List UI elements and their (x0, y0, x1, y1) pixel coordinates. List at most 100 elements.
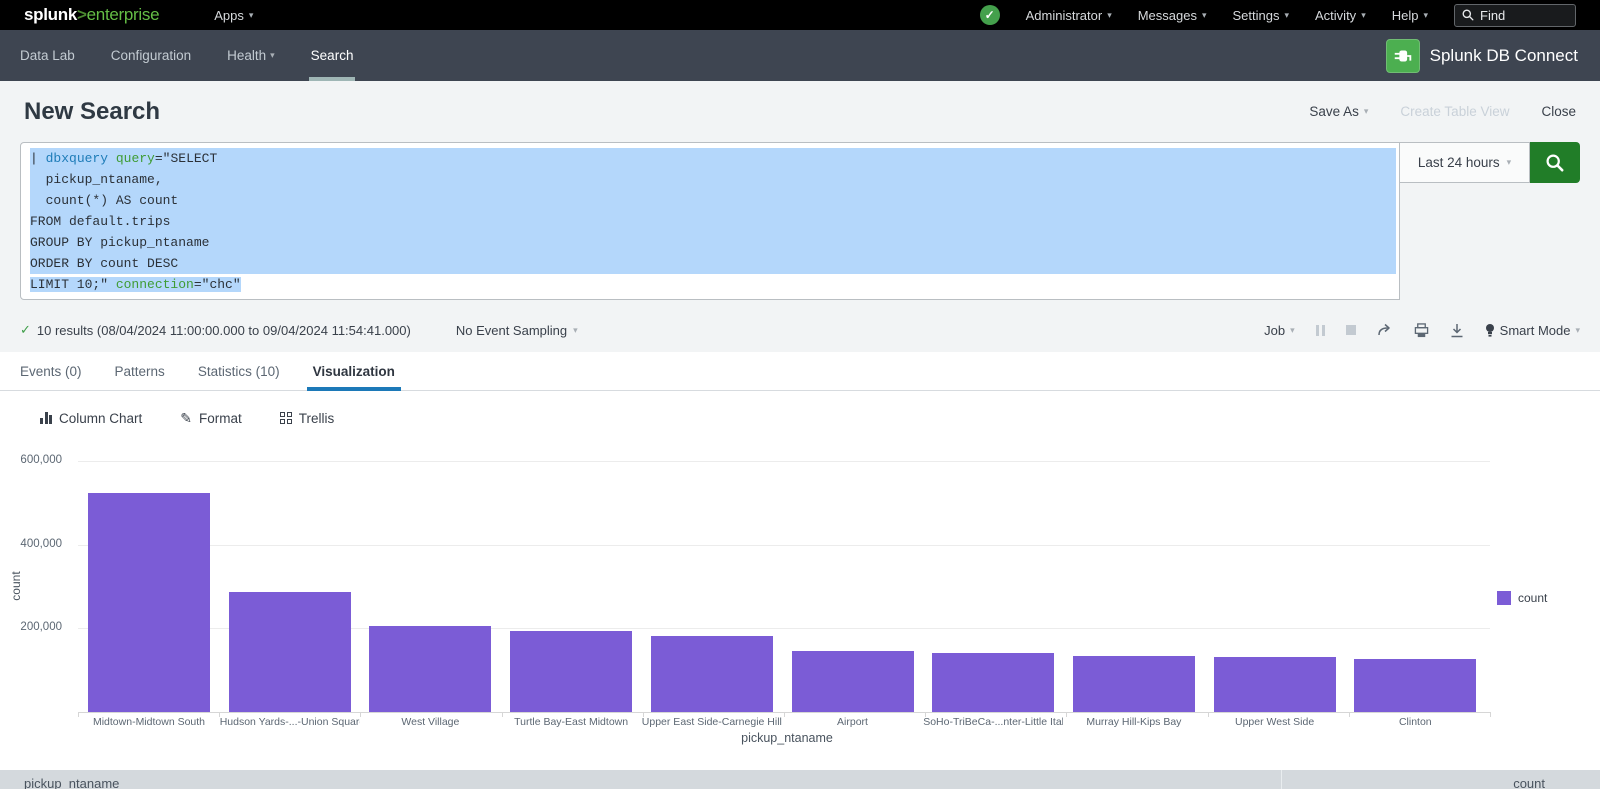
print-button[interactable] (1414, 323, 1429, 338)
app-title: Splunk DB Connect (1430, 46, 1578, 66)
share-button[interactable] (1377, 323, 1393, 337)
x-axis-title: pickup_ntaname (84, 731, 1490, 745)
appbar-item-configuration[interactable]: Configuration (111, 30, 191, 81)
results-check-icon: ✓ (20, 322, 31, 338)
column-chart: 200,000400,000600,000Midtown-Midtown Sou… (0, 440, 1600, 770)
export-button[interactable] (1450, 323, 1464, 338)
stop-icon (1346, 325, 1356, 335)
x-category-label: West Village (360, 716, 500, 728)
save-as-label: Save As (1309, 104, 1359, 119)
x-category-label: Murray Hill-Kips Bay (1064, 716, 1204, 728)
tab-statistics[interactable]: Statistics (10) (198, 352, 280, 391)
appbar-item-health[interactable]: Health ▾ (227, 30, 275, 81)
appbar-item-label: Search (311, 48, 354, 63)
top-nav-bar: splunk>enterprise Apps ▾ ✓ Administrator… (0, 0, 1600, 30)
caret-down-icon: ▾ (270, 50, 275, 61)
bar[interactable] (651, 636, 773, 712)
save-as-button[interactable]: Save As ▾ (1309, 104, 1368, 119)
bar[interactable] (229, 592, 351, 712)
job-menu-label: Job (1264, 323, 1285, 338)
trellis-label: Trellis (299, 411, 335, 426)
bar[interactable] (792, 651, 914, 712)
check-icon: ✓ (985, 8, 995, 22)
apps-menu[interactable]: Apps ▾ (214, 8, 253, 23)
trellis-button[interactable]: Trellis (280, 411, 335, 426)
search-mode-label: Smart Mode (1500, 323, 1571, 338)
format-label: Format (199, 411, 242, 426)
find-search-box[interactable] (1454, 4, 1576, 27)
db-connect-plug-icon (1386, 39, 1420, 73)
tab-events[interactable]: Events (0) (20, 352, 82, 391)
administrator-menu-label: Administrator (1026, 8, 1103, 23)
appbar-item-search[interactable]: Search (311, 30, 354, 81)
chart-type-label: Column Chart (59, 411, 142, 426)
table-column-header-count[interactable]: count (1513, 776, 1545, 789)
print-icon (1414, 323, 1429, 338)
tab-label: Patterns (115, 364, 165, 379)
caret-down-icon: ▾ (1290, 325, 1295, 336)
job-menu[interactable]: Job ▾ (1264, 323, 1295, 338)
search-icon (1462, 9, 1474, 21)
search-mode-dropdown[interactable]: Smart Mode ▾ (1485, 323, 1580, 338)
activity-menu[interactable]: Activity ▾ (1315, 8, 1366, 23)
x-category-label: Airport (783, 716, 923, 728)
tab-visualization[interactable]: Visualization (313, 352, 395, 391)
settings-menu-label: Settings (1233, 8, 1280, 23)
query-line: ORDER BY count DESC (30, 253, 1396, 274)
format-button[interactable]: ✎ Format (180, 410, 242, 427)
time-range-label: Last 24 hours (1418, 155, 1500, 170)
appbar-item-data-lab[interactable]: Data Lab (20, 30, 75, 81)
apps-menu-label: Apps (214, 8, 244, 23)
help-menu[interactable]: Help ▾ (1392, 8, 1428, 23)
pause-button[interactable] (1316, 325, 1325, 336)
query-line: FROM default.trips (30, 211, 1396, 232)
create-table-view-button[interactable]: Create Table View (1400, 104, 1509, 119)
splunk-logo[interactable]: splunk>enterprise (24, 5, 159, 25)
search-query-input[interactable]: | dbxquery query="SELECT pickup_ntaname,… (20, 142, 1400, 300)
time-range-picker[interactable]: Last 24 hours ▾ (1400, 142, 1530, 183)
messages-menu-label: Messages (1138, 8, 1197, 23)
messages-menu[interactable]: Messages ▾ (1138, 8, 1207, 23)
x-category-label: Midtown-Midtown South (79, 716, 219, 728)
bar[interactable] (369, 626, 491, 712)
title-row: New Search Save As ▾ Create Table View C… (0, 81, 1600, 142)
bar[interactable] (88, 493, 210, 712)
title-actions: Save As ▾ Create Table View Close (1309, 104, 1576, 119)
app-identity[interactable]: Splunk DB Connect (1386, 39, 1578, 73)
event-sampling-dropdown[interactable]: No Event Sampling ▾ (456, 323, 578, 338)
create-table-view-label: Create Table View (1400, 104, 1509, 119)
bar[interactable] (932, 653, 1054, 712)
job-toolbar: Job ▾ Smart Mode ▾ (1264, 323, 1580, 338)
search-submit-button[interactable] (1530, 142, 1580, 183)
legend-swatch (1497, 591, 1511, 605)
results-bar: ✓ 10 results (08/04/2024 11:00:00.000 to… (20, 313, 1580, 347)
settings-menu[interactable]: Settings ▾ (1233, 8, 1290, 23)
stop-button[interactable] (1346, 325, 1356, 335)
results-content: Events (0) Patterns Statistics (10) Visu… (0, 352, 1600, 789)
chart-type-button[interactable]: Column Chart (40, 411, 142, 426)
administrator-menu[interactable]: Administrator ▾ (1026, 8, 1112, 23)
share-icon (1377, 323, 1393, 337)
bar[interactable] (510, 631, 632, 712)
appbar-item-label: Data Lab (20, 48, 75, 63)
bar[interactable] (1354, 659, 1476, 712)
column-divider (1281, 770, 1282, 789)
query-line: | dbxquery query="SELECT (30, 148, 1396, 169)
query-line: GROUP BY pickup_ntaname (30, 232, 1396, 253)
table-column-header-pickup-ntaname[interactable]: pickup_ntaname (24, 776, 119, 789)
x-category-label: Clinton (1345, 716, 1485, 728)
x-category-label: Upper East Side-Carnegie Hill (642, 716, 782, 728)
tab-patterns[interactable]: Patterns (115, 352, 165, 391)
find-search-input[interactable] (1480, 8, 1565, 23)
bar[interactable] (1073, 656, 1195, 712)
health-status-icon[interactable]: ✓ (980, 5, 1000, 25)
legend-label: count (1518, 591, 1547, 605)
logo-caret: > (77, 5, 87, 24)
bar[interactable] (1214, 657, 1336, 712)
close-button[interactable]: Close (1541, 104, 1576, 119)
y-tick-label: 400,000 (0, 538, 62, 550)
chart-legend[interactable]: count (1497, 591, 1547, 605)
caret-down-icon: ▾ (1575, 325, 1580, 336)
caret-down-icon: ▾ (1364, 106, 1369, 117)
gridline (78, 545, 1490, 546)
